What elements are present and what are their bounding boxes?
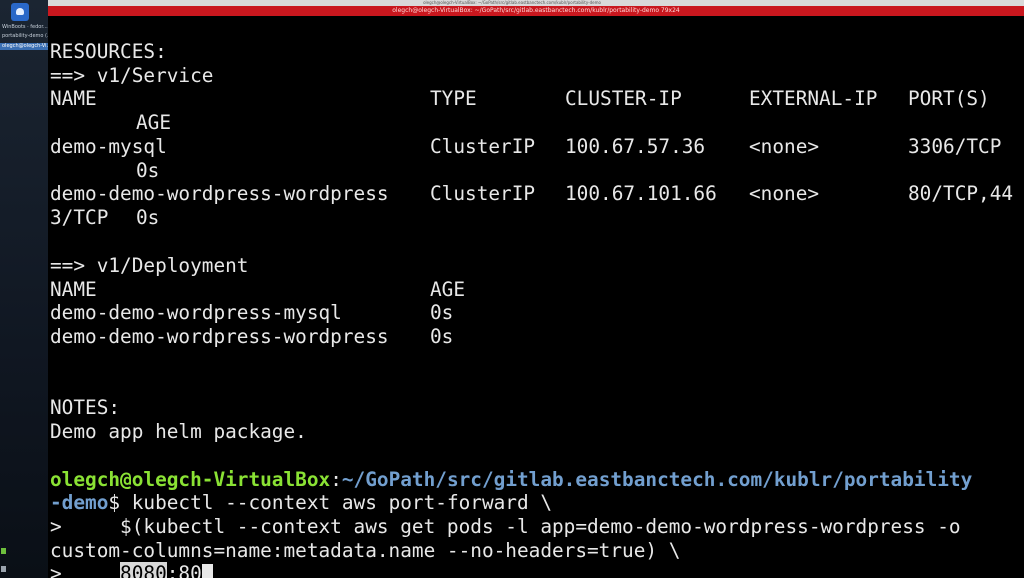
- selected-text[interactable]: 8080: [120, 562, 167, 578]
- table-row-wrap: 3/TCP 0s: [50, 206, 1020, 230]
- terminal-window-title: olegch@olegch-VirtualBox: ~/GoPath/src/g…: [392, 7, 680, 14]
- command-line-3: custom-columns=name:metadata.name --no-h…: [50, 539, 681, 562]
- col-ports: PORT(S): [908, 87, 990, 110]
- text-cursor: [201, 564, 213, 578]
- row-type: ClusterIP: [430, 182, 536, 205]
- shell-prompt-line: olegch@olegch-VirtualBox:~/GoPath/src/gi…: [50, 468, 972, 492]
- row-cluster-ip: 100.67.57.36: [565, 135, 706, 158]
- table-row: demo-mysql ClusterIP 100.67.57.36 <none>…: [50, 135, 1020, 159]
- row-age: 0s: [430, 301, 454, 324]
- service-table-header: NAME TYPE CLUSTER-IP EXTERNAL-IP PORT(S): [50, 87, 1020, 111]
- sidebar-item-portability-demo[interactable]: portability-demo (...: [0, 33, 48, 40]
- row-cluster-ip: 100.67.101.66: [565, 182, 717, 205]
- sidebar-item-terminal[interactable]: olegch@olegch-Vi...: [0, 43, 48, 50]
- row-ports-wrap: 3/TCP: [50, 206, 109, 229]
- col-age: AGE: [136, 111, 172, 134]
- command-line-1: -demo$ kubectl --context aws port-forwar…: [50, 491, 552, 515]
- row-external-ip: <none>: [749, 135, 820, 158]
- row-ports: 3306/TCP: [908, 135, 1002, 158]
- prompt-user-host: olegch@olegch-VirtualBox: [50, 468, 331, 491]
- notes-heading: NOTES:: [50, 396, 121, 419]
- table-row-wrap: 0s: [50, 159, 1020, 183]
- table-row: demo-demo-wordpress-wordpress 0s: [50, 325, 1020, 349]
- table-row: demo-demo-wordpress-mysql 0s: [50, 301, 1020, 325]
- row-name: demo-demo-wordpress-wordpress: [50, 325, 389, 348]
- row-age: 0s: [430, 325, 454, 348]
- prompt-path-wrap: -demo: [50, 491, 109, 514]
- col-name: NAME: [50, 87, 97, 110]
- row-age: 0s: [136, 206, 160, 229]
- row-external-ip: <none>: [749, 182, 820, 205]
- row-name: demo-demo-wordpress-wordpress: [50, 182, 389, 205]
- command-line-2: > $(kubectl --context aws get pods -l ap…: [50, 515, 961, 538]
- row-type: ClusterIP: [430, 135, 536, 158]
- continuation-prompt: >: [50, 562, 121, 578]
- deployment-table-header: NAME AGE: [50, 278, 1020, 302]
- sidebar-item-winboots[interactable]: WinBoots · fedor...: [0, 24, 48, 31]
- app-icon[interactable]: [11, 3, 29, 21]
- col-external-ip: EXTERNAL-IP: [749, 87, 878, 110]
- terminal-output[interactable]: RESOURCES: ==> v1/Service NAME TYPE CLUS…: [48, 16, 1024, 578]
- row-ports: 80/TCP,44: [908, 182, 1014, 205]
- deployment-section-header: ==> v1/Deployment: [50, 254, 249, 277]
- notes-text: Demo app helm package.: [50, 420, 307, 443]
- prompt-symbol: $: [108, 491, 121, 514]
- prompt-path: ~/GoPath/src/gitlab.eastbanctech.com/kub…: [341, 468, 973, 491]
- resources-heading: RESOURCES:: [50, 40, 167, 63]
- table-row: demo-demo-wordpress-wordpress ClusterIP …: [50, 182, 1020, 206]
- command-line-4[interactable]: > 8080:80: [50, 562, 213, 578]
- prompt-separator: :: [330, 468, 342, 491]
- service-table-header-wrap: AGE: [50, 111, 1020, 135]
- col-cluster-ip: CLUSTER-IP: [565, 87, 682, 110]
- col-name: NAME: [50, 278, 97, 301]
- col-age: AGE: [430, 278, 466, 301]
- row-name: demo-demo-wordpress-mysql: [50, 301, 342, 324]
- service-section-header: ==> v1/Service: [50, 64, 214, 87]
- terminal-title-bar[interactable]: olegch@olegch-VirtualBox: ~/GoPath/src/g…: [48, 6, 1024, 16]
- col-type: TYPE: [430, 87, 477, 110]
- command-text[interactable]: :80: [167, 562, 202, 578]
- left-side-panel: WinBoots · fedor... portability-demo (..…: [0, 0, 48, 578]
- green-status-icon: [1, 548, 6, 554]
- row-name: demo-mysql: [50, 135, 167, 158]
- command-text: kubectl --context aws port-forward \: [120, 491, 553, 514]
- speaker-icon[interactable]: [1, 566, 6, 572]
- row-age: 0s: [136, 159, 160, 182]
